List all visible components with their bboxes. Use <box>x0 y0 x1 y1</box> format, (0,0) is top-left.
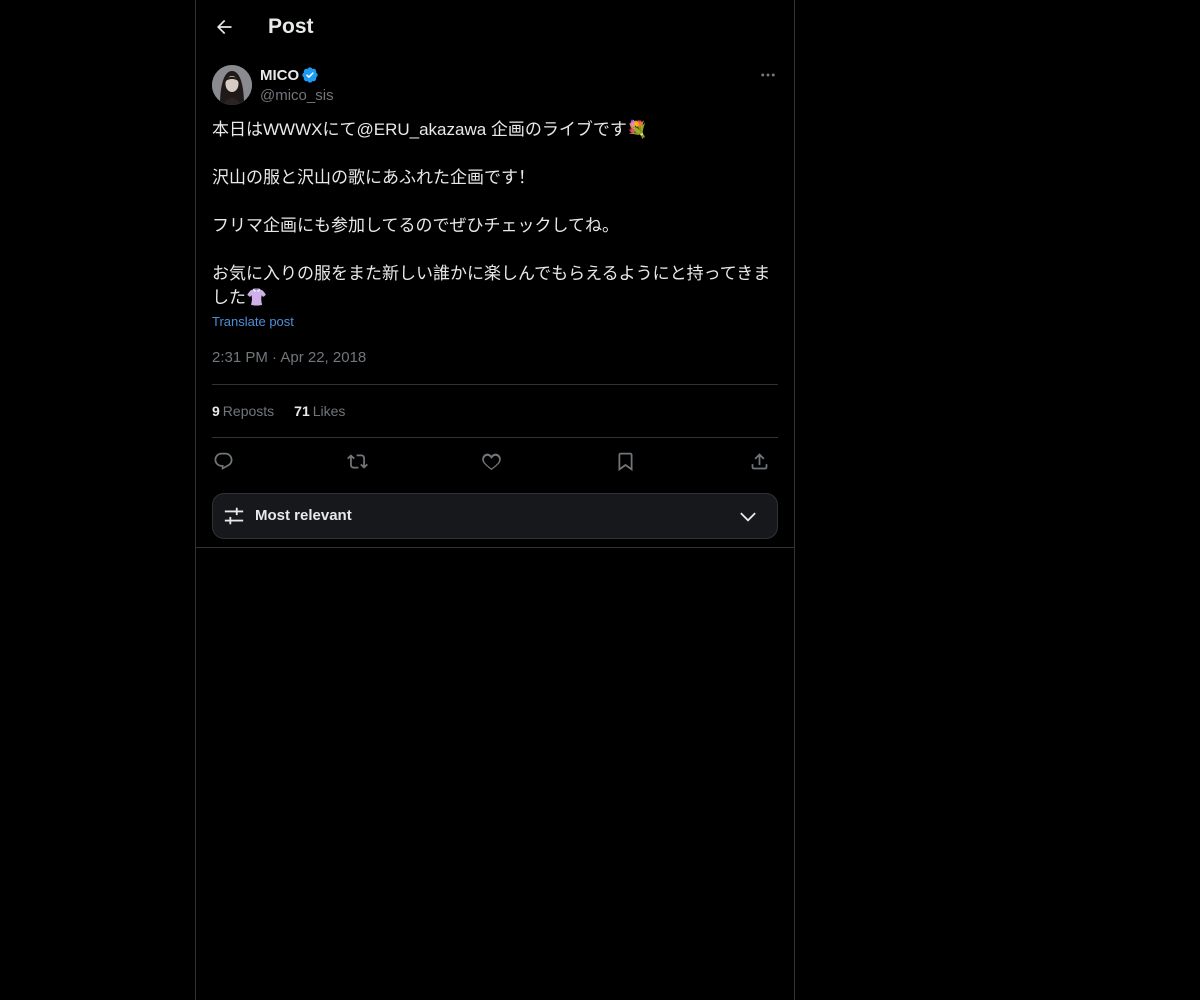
author-name-row: MICO <box>260 64 319 86</box>
reply-button[interactable] <box>210 448 236 474</box>
post-timestamp[interactable]: 2:31 PM · Apr 22, 2018 <box>212 348 366 368</box>
author-name[interactable]: MICO <box>260 67 299 84</box>
back-button[interactable] <box>208 11 240 43</box>
main-column: Post MICO @mico_sis 本日はWWWXにて@ERU_akazaw… <box>195 0 795 1000</box>
action-bar <box>212 448 778 474</box>
post-text-line: お気に入りの服をまた新しい誰かに楽しんでもらえるようにと持ってきま <box>212 264 771 283</box>
likes-stat[interactable]: 71 Likes <box>294 401 345 421</box>
section-divider <box>196 547 794 548</box>
avatar[interactable] <box>212 65 252 105</box>
like-button[interactable] <box>478 448 504 474</box>
reposts-count: 9 <box>212 403 220 419</box>
sliders-icon <box>224 507 244 525</box>
divider <box>212 437 778 438</box>
likes-label: Likes <box>312 403 346 419</box>
post-text-line: した👚 <box>212 288 268 307</box>
likes-count: 71 <box>294 403 310 419</box>
divider <box>212 384 778 385</box>
verified-badge-icon <box>302 67 318 83</box>
post-text-line <box>212 142 778 166</box>
post-text-line: 沢山の服と沢山の歌にあふれた企画です！ <box>212 168 535 187</box>
bookmark-button[interactable] <box>612 448 638 474</box>
sort-replies-dropdown[interactable]: Most relevant <box>212 493 778 539</box>
post-text-line <box>212 238 778 262</box>
engagement-stats: 9 Reposts 71 Likes <box>212 401 365 421</box>
share-button[interactable] <box>746 448 772 474</box>
arrow-left-icon <box>217 19 232 35</box>
page-title: Post <box>268 15 314 38</box>
reply-icon <box>214 452 232 470</box>
translate-post-link[interactable]: Translate post <box>212 313 294 331</box>
share-icon <box>751 452 767 469</box>
more-options-button[interactable] <box>758 64 778 86</box>
bookmark-icon <box>618 452 632 471</box>
post-text: 本日はWWWXにて@ERU_akazawa 企画のライブです💐 沢山の服と沢山の歌… <box>212 118 778 310</box>
chevron-down-icon <box>740 512 756 522</box>
sort-label: Most relevant <box>255 507 352 524</box>
page-header: Post <box>196 0 794 54</box>
reposts-label: Reposts <box>222 403 275 419</box>
post-text-line <box>212 190 778 214</box>
post-text-line: フリマ企画にも参加してるのでぜひチェックしてね。 <box>212 216 619 235</box>
like-icon <box>481 453 501 470</box>
author-handle[interactable]: @mico_sis <box>260 86 334 106</box>
post-text-line: 本日はWWWXにて@ERU_akazawa 企画のライブです💐 <box>212 120 649 139</box>
repost-icon <box>346 453 368 469</box>
more-horizontal-icon <box>761 73 775 77</box>
reposts-stat[interactable]: 9 Reposts <box>212 401 274 421</box>
repost-button[interactable] <box>344 448 370 474</box>
avatar-image <box>212 65 252 105</box>
